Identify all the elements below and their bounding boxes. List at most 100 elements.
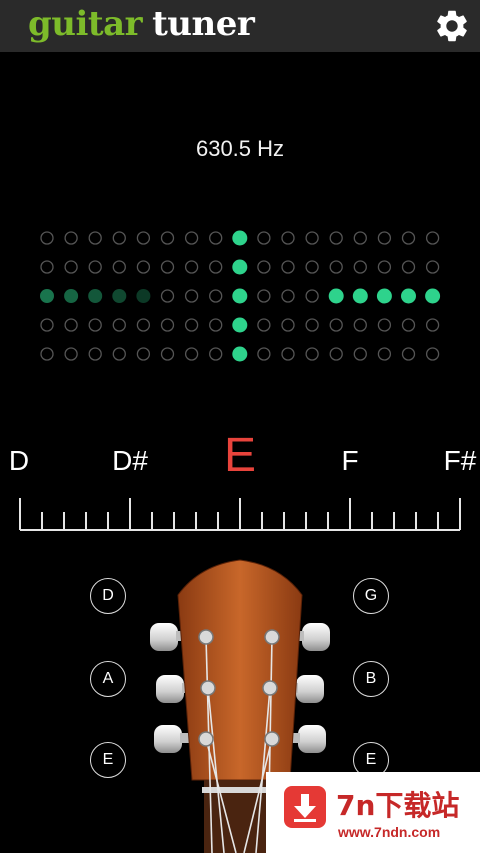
meter-dot	[305, 347, 319, 361]
meter-dot	[305, 318, 319, 332]
meter-dot	[232, 230, 248, 246]
meter-dot	[377, 347, 392, 361]
meter-dot	[401, 231, 416, 245]
meter-dot	[352, 288, 368, 304]
meter-dot	[88, 231, 102, 245]
meter-dot	[136, 260, 151, 274]
meter-dot	[401, 288, 416, 304]
meter-dot	[329, 318, 343, 332]
string-button-a[interactable]: A	[90, 661, 126, 697]
meter-dot	[425, 231, 440, 245]
note-e-current: E	[223, 429, 257, 482]
meter-dot	[88, 318, 102, 332]
meter-dot	[112, 289, 127, 303]
meter-dot	[40, 347, 54, 361]
meter-dot	[40, 231, 54, 245]
meter-dot	[160, 289, 175, 303]
watermark-name: 7n下载站	[336, 789, 460, 822]
meter-dot	[88, 347, 102, 361]
meter-dot	[257, 289, 271, 303]
string-button-d[interactable]: D	[90, 578, 126, 614]
meter-dot	[88, 260, 102, 274]
meter-dot	[232, 317, 248, 333]
frequency-readout: 630.5 Hz	[195, 136, 285, 161]
meter-dot	[184, 347, 199, 361]
meter-dot	[281, 231, 295, 245]
gear-icon[interactable]	[433, 7, 471, 45]
meter-dot	[160, 318, 175, 332]
note-d: D	[8, 445, 30, 476]
download-icon	[284, 786, 326, 828]
meter-dot	[64, 347, 78, 361]
meter-dot	[257, 347, 271, 361]
meter-dot	[209, 260, 223, 274]
meter-dot	[64, 231, 78, 245]
meter-dot	[329, 260, 343, 274]
meter-dot	[136, 318, 151, 332]
meter-dot	[377, 231, 392, 245]
meter-dot	[425, 318, 440, 332]
meter-dot	[184, 289, 199, 303]
string-button-b[interactable]: B	[353, 661, 389, 697]
meter-dot	[112, 260, 126, 274]
tuning-scale	[19, 498, 461, 531]
meter-dot	[88, 289, 103, 303]
meter-dot	[112, 231, 126, 245]
string-button-low-e[interactable]: E	[90, 742, 126, 778]
meter-dot	[328, 288, 344, 304]
meter-dot	[377, 318, 392, 332]
meter-dot	[353, 347, 367, 361]
meter-dot	[64, 289, 79, 303]
meter-dot	[425, 288, 441, 304]
meter-dot	[353, 231, 367, 245]
meter-dot	[257, 318, 271, 332]
meter-dot	[425, 260, 440, 274]
meter-dot	[64, 318, 78, 332]
meter-dot	[281, 289, 295, 303]
meter-dot	[257, 231, 271, 245]
meter-dot	[401, 347, 416, 361]
meter-dot	[209, 318, 223, 332]
meter-dot	[112, 318, 126, 332]
meter-dot	[184, 318, 199, 332]
meter-dot	[401, 318, 416, 332]
meter-dot	[112, 347, 126, 361]
meter-dot	[136, 289, 151, 303]
meter-dot	[281, 260, 295, 274]
meter-dot	[305, 260, 319, 274]
meter-dot	[184, 260, 199, 274]
meter-dot	[232, 259, 248, 275]
app-bar: guitar tuner	[0, 0, 480, 52]
string-button-g[interactable]: G	[353, 578, 389, 614]
meter-dot	[136, 347, 151, 361]
watermark-badge: 7n下载站 www.7ndn.com	[266, 772, 480, 853]
meter-dot	[281, 347, 295, 361]
meter-dot	[281, 318, 295, 332]
meter-dot	[232, 346, 248, 362]
meter-dot	[184, 231, 199, 245]
meter-dot	[329, 231, 343, 245]
meter-dot	[232, 288, 248, 304]
note-d-sharp: D#	[112, 445, 148, 476]
meter-dot	[401, 260, 416, 274]
meter-dot	[329, 347, 343, 361]
meter-dot	[377, 260, 392, 274]
meter-dot	[257, 260, 271, 274]
meter-dot	[40, 289, 54, 303]
meter-dot	[209, 347, 223, 361]
meter-dot	[40, 260, 54, 274]
meter-dot	[305, 289, 319, 303]
meter-dot	[353, 318, 367, 332]
app-title-tuner: tuner	[152, 4, 255, 44]
pitch-meter	[40, 230, 441, 362]
app-title-guitar: guitar	[28, 4, 143, 44]
meter-dot	[425, 347, 440, 361]
app-title: guitar tuner	[28, 0, 255, 52]
meter-dot	[40, 318, 54, 332]
meter-dot	[160, 260, 175, 274]
meter-dot	[305, 231, 319, 245]
meter-dot	[376, 288, 392, 304]
meter-dot	[209, 231, 223, 245]
meter-dot	[160, 347, 175, 361]
meter-dot	[64, 260, 78, 274]
